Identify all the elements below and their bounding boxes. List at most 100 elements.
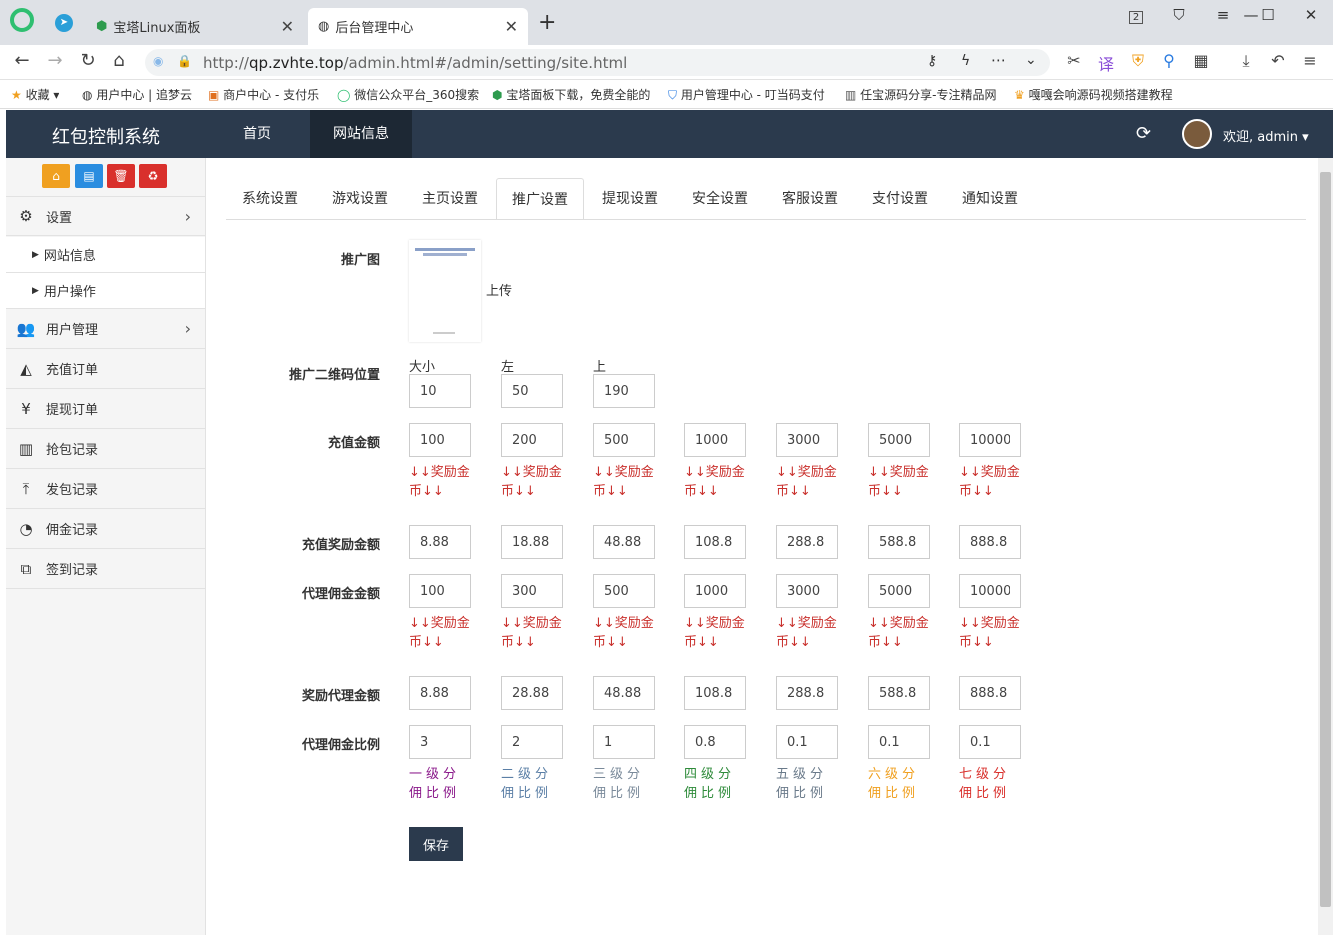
recharge-amount-input-4[interactable] (684, 423, 746, 457)
maximize-icon[interactable]: ☐ (1255, 6, 1281, 24)
recharge-amount-input-1[interactable] (409, 423, 471, 457)
agent-reward-input-3[interactable] (593, 676, 655, 710)
sidebar-item-checkin-records[interactable]: ⧉ 签到记录 (6, 549, 205, 589)
close-tab-icon[interactable]: ✕ (505, 17, 518, 36)
scrollbar-thumb[interactable] (1320, 172, 1331, 907)
close-window-icon[interactable]: ✕ (1298, 6, 1324, 24)
agent-amount-input-4[interactable] (684, 574, 746, 608)
tab-payment[interactable]: 支付设置 (856, 178, 944, 220)
recharge-amount-input-7[interactable] (959, 423, 1021, 457)
ratio-input-7[interactable] (959, 725, 1021, 759)
nav-site-info[interactable]: 网站信息 (310, 110, 412, 158)
bookmark-item[interactable]: ▣ 商户中心 - 支付乐 (208, 86, 328, 103)
agent-reward-input-2[interactable] (501, 676, 563, 710)
qr-left-input[interactable] (501, 374, 563, 408)
reload-icon[interactable]: ↻ (76, 50, 100, 71)
agent-amount-input-6[interactable] (868, 574, 930, 608)
agent-reward-input-5[interactable] (776, 676, 838, 710)
sidebar-item-user-management[interactable]: 👥 用户管理 › (6, 309, 205, 349)
nav-home[interactable]: 首页 (210, 110, 304, 158)
recharge-reward-input-3[interactable] (593, 525, 655, 559)
tab-game[interactable]: 游戏设置 (316, 178, 404, 220)
menu-icon[interactable]: ≡ (1299, 51, 1321, 70)
ratio-input-2[interactable] (501, 725, 563, 759)
recharge-reward-input-2[interactable] (501, 525, 563, 559)
site-info-icon[interactable]: ◉ (153, 54, 163, 68)
tab-notification[interactable]: 通知设置 (946, 178, 1034, 220)
bookmark-item[interactable]: ♛ 嘎嘎会响源码视频搭建教程 (1014, 86, 1179, 103)
tab-withdraw[interactable]: 提现设置 (586, 178, 674, 220)
recharge-reward-input-4[interactable] (684, 525, 746, 559)
promo-image-thumbnail[interactable] (409, 240, 481, 342)
file-icon[interactable]: ▤ (75, 164, 103, 188)
agent-amount-input-5[interactable] (776, 574, 838, 608)
new-tab-button[interactable]: + (538, 10, 556, 35)
ratio-input-6[interactable] (868, 725, 930, 759)
home-icon[interactable]: ⌂ (42, 164, 70, 188)
tab-system[interactable]: 系统设置 (226, 178, 314, 220)
bookmark-item[interactable]: ▥ 任宝源码分享-专注精品网 (845, 86, 1005, 103)
trash-icon[interactable]: 🗑 (107, 164, 135, 188)
insecure-icon[interactable]: 🔒 (177, 54, 192, 68)
sidebar-item-send-records[interactable]: ⤒ 发包记录 (6, 469, 205, 509)
ratio-input-3[interactable] (593, 725, 655, 759)
agent-reward-input-4[interactable] (684, 676, 746, 710)
download-icon[interactable]: ⤓ (1235, 51, 1257, 71)
ratio-input-5[interactable] (776, 725, 838, 759)
recharge-reward-input-7[interactable] (959, 525, 1021, 559)
shirt-icon[interactable]: ⛉ (1166, 6, 1192, 24)
sidebar-item-site-info[interactable]: ▶ 网站信息 (6, 237, 205, 273)
scissors-icon[interactable]: ✂ (1063, 51, 1085, 70)
bookmark-item[interactable]: ⬢ 宝塔面板下载，免费全能的 (492, 86, 657, 103)
agent-amount-input-2[interactable] (501, 574, 563, 608)
recharge-amount-input-2[interactable] (501, 423, 563, 457)
more-icon[interactable]: ⋯ (991, 51, 1006, 69)
sidebar-item-commission-records[interactable]: ◔ 佣金记录 (6, 509, 205, 549)
recharge-amount-input-6[interactable] (868, 423, 930, 457)
home-icon[interactable]: ⌂ (107, 50, 131, 71)
ratio-input-4[interactable] (684, 725, 746, 759)
bookmark-item[interactable]: ⛉ 用户管理中心 - 叮当码支付 (668, 86, 836, 103)
agent-amount-input-7[interactable] (959, 574, 1021, 608)
translate-icon[interactable]: 译 (1095, 51, 1117, 75)
tab-security[interactable]: 安全设置 (676, 178, 764, 220)
sidebar-item-grab-records[interactable]: ▥ 抢包记录 (6, 429, 205, 469)
tab-promotion[interactable]: 推广设置 (496, 178, 584, 220)
url-field[interactable]: ◉ 🔒 http://qp.zvhte.top/admin.html#/admi… (145, 49, 1050, 76)
qr-size-input[interactable] (409, 374, 471, 408)
recharge-amount-input-5[interactable] (776, 423, 838, 457)
tab-homepage[interactable]: 主页设置 (406, 178, 494, 220)
close-tab-icon[interactable]: ✕ (281, 17, 294, 36)
bookmark-item[interactable]: ◯ 微信公众平台_360搜索 (337, 86, 482, 103)
avatar[interactable] (1182, 119, 1212, 149)
bookmark-item[interactable]: ◍ 用户中心 | 追梦云 (82, 86, 200, 103)
grid-icon[interactable]: ▦ (1190, 51, 1212, 70)
tab-count-badge[interactable]: 2 (1123, 6, 1149, 24)
refresh-icon[interactable]: ⟳ (1136, 123, 1151, 144)
recycle-icon[interactable]: ♻ (139, 164, 167, 188)
agent-reward-input-7[interactable] (959, 676, 1021, 710)
recharge-amount-input-3[interactable] (593, 423, 655, 457)
agent-amount-input-1[interactable] (409, 574, 471, 608)
sidebar-item-settings[interactable]: ⚙ 设置 › (6, 196, 205, 236)
recharge-reward-input-6[interactable] (868, 525, 930, 559)
recharge-reward-input-1[interactable] (409, 525, 471, 559)
key-icon[interactable]: ⚷ (927, 53, 937, 69)
undo-icon[interactable]: ↶ (1267, 51, 1289, 70)
telegram-icon[interactable]: ➤ (55, 14, 73, 32)
browser-tab-admin[interactable]: ◍ 后台管理中心 ✕ (308, 8, 528, 45)
back-icon[interactable]: ← (10, 50, 34, 71)
search-icon[interactable]: ⚲ (1158, 51, 1180, 70)
lightning-icon[interactable]: ϟ (961, 53, 970, 69)
chevron-down-icon[interactable]: ⌄ (1025, 52, 1037, 68)
save-button[interactable]: 保存 (409, 827, 463, 861)
menu-icon[interactable]: ≡ (1210, 6, 1236, 24)
bookmark-favorites[interactable]: ★ 收藏 ▾ (11, 86, 59, 103)
recharge-reward-input-5[interactable] (776, 525, 838, 559)
sidebar-item-user-ops[interactable]: ▶ 用户操作 (6, 273, 205, 309)
sidebar-item-recharge-orders[interactable]: ◭ 充值订单 (6, 349, 205, 389)
sidebar-item-withdraw-orders[interactable]: ¥ 提现订单 (6, 389, 205, 429)
user-menu[interactable]: 欢迎, admin ▾ (1223, 126, 1309, 145)
agent-amount-input-3[interactable] (593, 574, 655, 608)
upload-button[interactable]: 上传 (486, 280, 512, 299)
